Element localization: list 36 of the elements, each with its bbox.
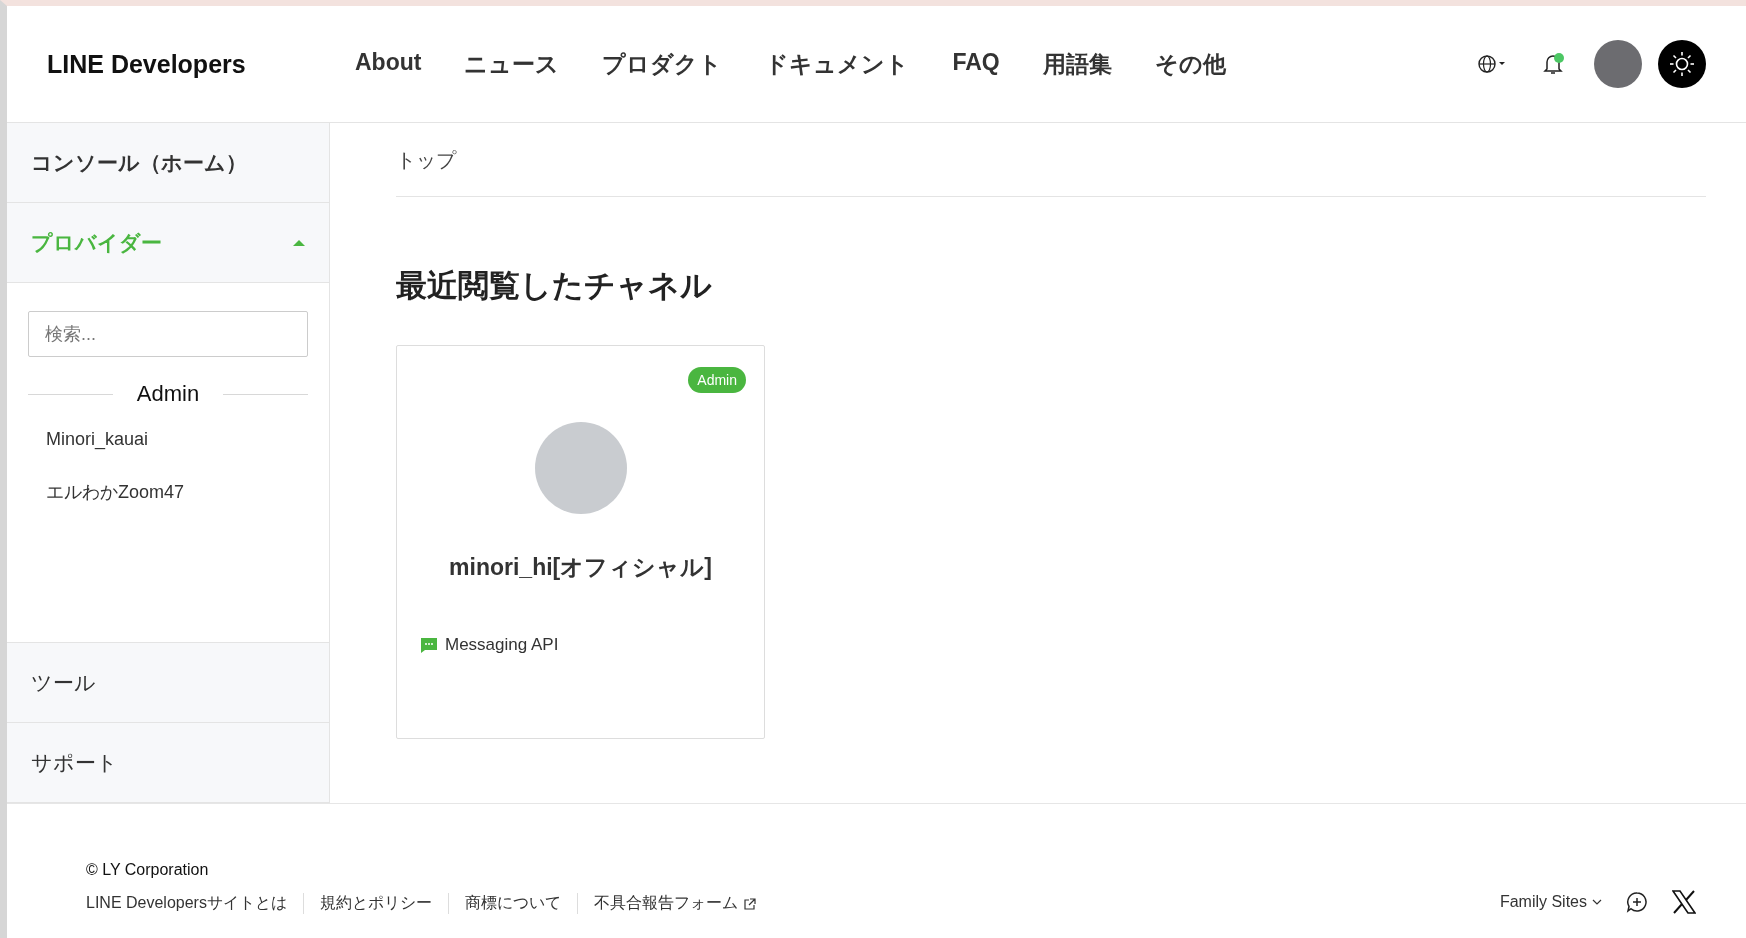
search-field[interactable]: 検索...	[28, 311, 308, 357]
bell-icon[interactable]	[1542, 53, 1564, 75]
nav-link[interactable]: ドキュメント	[765, 48, 910, 80]
chat-bubble-icon	[421, 637, 437, 653]
sidebar-item[interactable]: コンソール（ホーム）	[7, 123, 329, 203]
footer-link[interactable]: 商標について	[447, 893, 577, 914]
copyright-text: © LY Corporation	[86, 861, 210, 879]
site-logo[interactable]: LINE Developers	[47, 49, 355, 79]
provider-link[interactable]: Minori_kauai	[46, 429, 308, 450]
section-heading: 最近閲覧したチャネル	[396, 267, 713, 305]
globe-icon[interactable]	[1478, 53, 1506, 75]
footer-link[interactable]: 不具合報告フォーム	[576, 893, 772, 914]
role-badge: Admin	[688, 367, 746, 393]
nav-link[interactable]: FAQ	[952, 48, 1000, 80]
user-avatar[interactable]	[1594, 40, 1642, 88]
footer-link[interactable]: LINE Developersサイトとは	[86, 893, 303, 914]
nav-link[interactable]: その他	[1154, 48, 1226, 80]
chevron-down-icon	[1592, 898, 1602, 906]
sidebar-item[interactable]: ツール	[7, 643, 329, 723]
x-logo-icon[interactable]	[1672, 890, 1696, 914]
sidebar-item[interactable]: サポート	[7, 723, 329, 803]
breadcrumb[interactable]: トップ	[396, 123, 1706, 197]
channel-card[interactable]: Admin minori_hi[オフィシャル] Messaging API	[396, 345, 765, 739]
nav-link[interactable]: 用語集	[1042, 48, 1112, 80]
footer-link[interactable]: 規約とポリシー	[302, 893, 448, 914]
family-sites-dropdown[interactable]: Family Sites	[1499, 893, 1602, 911]
channel-name: minori_hi[オフィシャル]	[449, 553, 712, 582]
provider-link[interactable]: エルわかZoom47	[46, 480, 308, 504]
sun-icon	[1669, 51, 1695, 77]
nav-link[interactable]: About	[355, 48, 422, 80]
channel-type: Messaging API	[445, 635, 559, 655]
chat-plus-icon[interactable]	[1626, 891, 1648, 913]
nav-link[interactable]: ニュース	[464, 48, 560, 80]
group-label: Admin	[135, 381, 201, 407]
nav-link[interactable]: プロダクト	[602, 48, 723, 80]
theme-toggle-button[interactable]	[1658, 40, 1706, 88]
